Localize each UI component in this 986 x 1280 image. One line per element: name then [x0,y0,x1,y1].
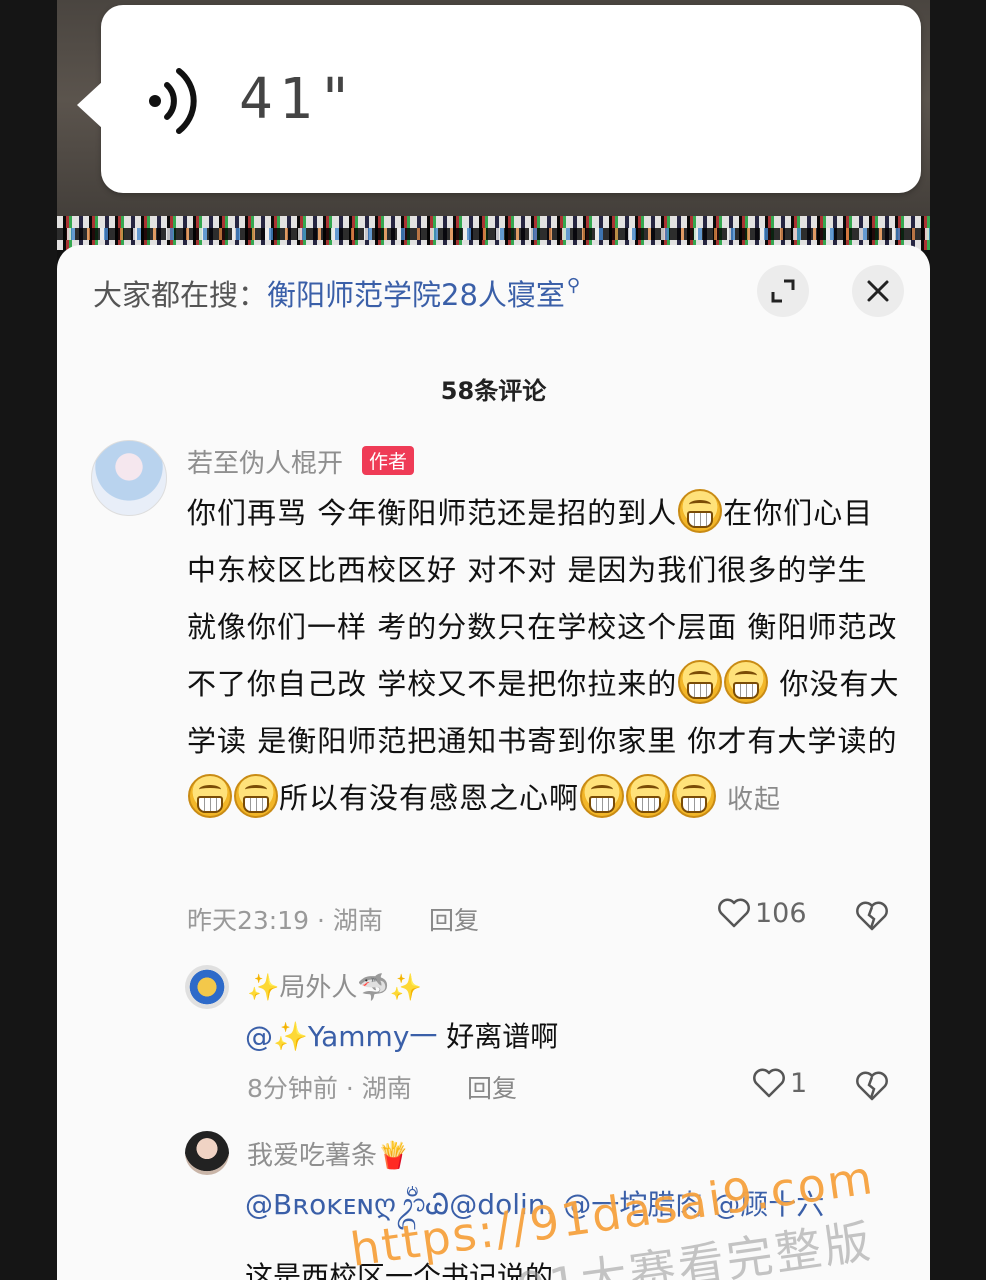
heart-icon [718,898,750,928]
mention-links[interactable]: @BʀᴏᴋᴇɴღᬊᬁᏊ@dolin. @一坨腊肉 @顾十六 [245,1188,824,1221]
search-icon: ⚲ [566,274,581,296]
right-dark-margin [930,0,986,1280]
reply-text-continued: 这是西校区一个书记说的 [245,1260,554,1280]
like-button[interactable]: 1 [752,1067,807,1099]
comment-username[interactable]: 若至伪人棍开 [187,443,343,480]
comment-text-part-4: 所以有没有感恩之心啊 [279,781,580,815]
comment-text: 你们再骂 今年衡阳师范还是招的到人 在你们心目中东校区比西校区好 对不对 是因为我… [187,485,902,829]
close-button[interactable] [852,265,904,317]
reply-username[interactable]: 我爱吃薯条🍟 [247,1135,409,1172]
mention-link[interactable]: @✨Yammy一 [245,1020,437,1053]
reply-time-location: 8分钟前 · 湖南 [247,1074,412,1103]
broken-heart-icon[interactable] [855,1070,889,1102]
grin-emoji-icon [724,660,769,704]
author-badge: 作者 [362,446,415,475]
avatar[interactable] [185,1131,229,1175]
reply-text: @✨Yammy一 好离谱啊 [245,1015,558,1055]
reply-text: @BʀᴏᴋᴇɴღᬊᬁᏊ@dolin. @一坨腊肉 @顾十六 [245,1183,824,1235]
grin-emoji-icon [672,774,717,818]
like-count: 106 [755,897,807,929]
voice-message-bubble[interactable]: 41" [77,5,921,193]
left-dark-margin [0,0,57,1280]
like-count: 1 [790,1067,808,1099]
like-button[interactable]: 106 [717,897,807,929]
grin-emoji-icon [234,774,278,818]
grin-emoji-icon [678,660,723,704]
comment-time-location: 昨天23:19 · 湖南 [187,906,383,935]
avatar[interactable] [185,965,229,1009]
search-label: 大家都在搜： [93,278,268,312]
comment-panel: 大家都在搜： 衡阳师范学院28人寝室 ⚲ 58条评论 若至伪人棍开 作者 你们再… [57,245,930,1280]
avatar[interactable] [91,440,167,516]
heart-icon [753,1068,785,1098]
reply-button[interactable]: 回复 [429,901,479,937]
grin-emoji-icon [580,774,625,818]
comment-count: 58条评论 [440,377,547,405]
comment-text-part-1: 你们再骂 今年衡阳师范还是招的到人 [187,496,678,530]
voice-duration: 41" [239,67,359,132]
broken-heart-icon[interactable] [855,900,889,932]
reply-button[interactable]: 回复 [467,1069,517,1105]
close-icon [867,280,889,302]
expand-button[interactable] [757,265,809,317]
grin-emoji-icon [626,774,671,818]
collapse-link[interactable]: 收起 [727,785,781,815]
grin-emoji-icon [678,489,723,533]
expand-icon [771,279,795,303]
grin-emoji-icon [188,774,232,818]
reply-text-body: 好离谱啊 [437,1020,559,1053]
search-term-link[interactable]: 衡阳师范学院28人寝室 [267,272,565,314]
sound-wave-icon [149,68,197,134]
reply-username[interactable]: ✨局外人🦈✨ [247,967,422,1004]
glitch-strip-2 [57,228,930,240]
search-suggestion[interactable]: 大家都在搜： 衡阳师范学院28人寝室 ⚲ [93,269,580,317]
